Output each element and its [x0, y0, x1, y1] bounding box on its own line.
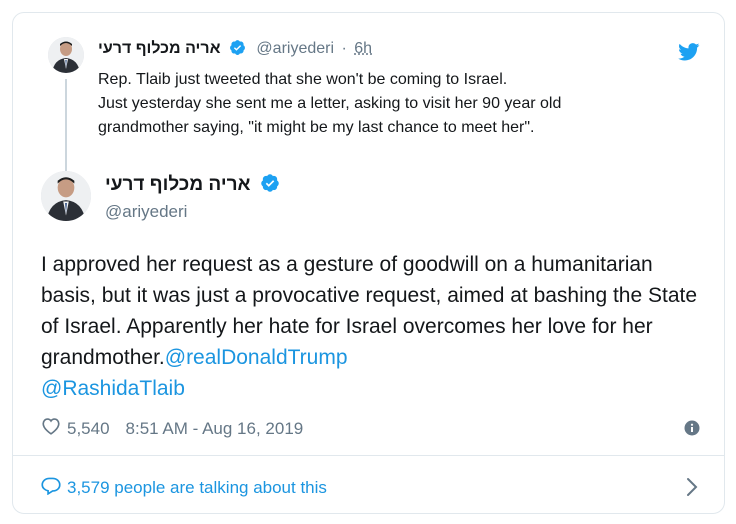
handle[interactable]: @ariyederi: [256, 40, 334, 57]
info-icon[interactable]: [684, 420, 700, 441]
display-name[interactable]: אריה מכלוף דרעי: [105, 174, 251, 195]
main-tweet-header: אריה מכלוף דרעי @ariyederi: [41, 171, 701, 231]
tweet-meta-row: 5,540 8:51 AM - Aug 16, 2019: [41, 417, 303, 440]
heart-icon[interactable]: [41, 417, 61, 440]
divider: [13, 455, 724, 456]
handle[interactable]: @ariyederi: [105, 202, 187, 222]
verified-badge-icon: [260, 173, 280, 199]
text-line: Rep. Tlaib just tweeted that she won't b…: [98, 71, 508, 88]
conversation-link[interactable]: 3,579 people are talking about this: [41, 476, 327, 500]
embedded-tweet-card: אריה מכלוף דרעי @ariyederi · 6h Rep. Tla…: [12, 12, 725, 514]
tweet-timestamp[interactable]: 8:51 AM - Aug 16, 2019: [126, 419, 304, 439]
relative-time-link[interactable]: 6h: [354, 40, 372, 57]
display-name[interactable]: אריה מכלוף דרעי: [98, 40, 221, 57]
parent-tweet-text: Rep. Tlaib just tweeted that she won't b…: [98, 68, 708, 140]
avatar-image: [48, 37, 84, 73]
separator: ·: [341, 40, 347, 57]
text-line: grandmother saying, "it might be my last…: [98, 119, 535, 136]
chevron-right-icon[interactable]: [686, 477, 698, 502]
like-count[interactable]: 5,540: [67, 419, 110, 439]
text-line: Just yesterday she sent me a letter, ask…: [98, 95, 562, 112]
twitter-bird-icon[interactable]: [678, 43, 700, 66]
parent-tweet-header: אריה מכלוף דרעי @ariyederi · 6h: [98, 39, 372, 61]
avatar-image: [41, 171, 91, 221]
display-name-row: אריה מכלוף דרעי: [105, 173, 286, 199]
avatar[interactable]: [41, 171, 91, 221]
tweet-body: I approved her request as a gesture of g…: [41, 253, 698, 369]
main-tweet-text: I approved her request as a gesture of g…: [41, 249, 701, 404]
conversation-label[interactable]: 3,579 people are talking about this: [67, 478, 327, 498]
mention-link[interactable]: @RashidaTlaib: [41, 377, 185, 400]
mention-link[interactable]: @realDonaldTrump: [165, 346, 348, 369]
speech-bubble-icon: [41, 476, 61, 500]
avatar[interactable]: [48, 37, 84, 73]
verified-badge-icon: [229, 39, 246, 61]
